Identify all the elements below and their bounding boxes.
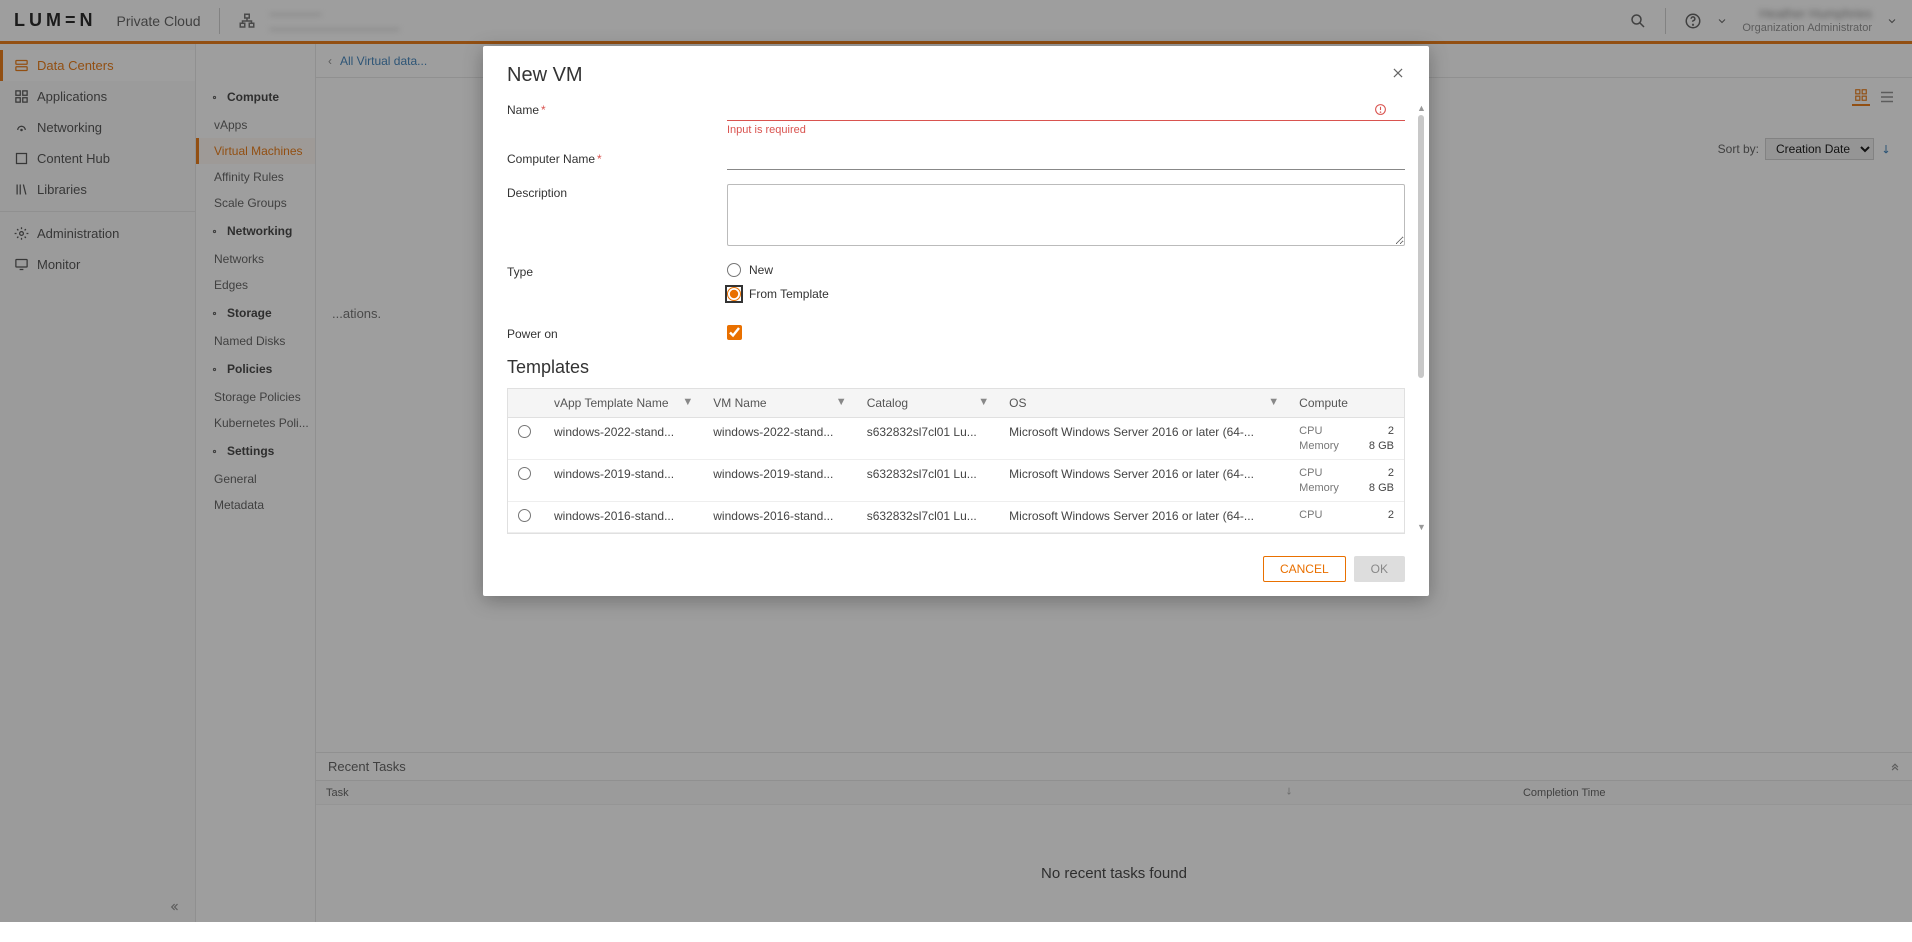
modal-overlay: New VM ▲▼ Name* Input is required: [0, 0, 1912, 922]
power-on-label: Power on: [507, 327, 558, 341]
close-icon[interactable]: [1391, 66, 1405, 85]
col-compute[interactable]: Compute: [1289, 389, 1404, 418]
modal-title: New VM: [507, 64, 1391, 87]
filter-icon[interactable]: ▼: [682, 396, 693, 408]
name-input[interactable]: [727, 101, 1405, 121]
description-input[interactable]: [727, 184, 1405, 246]
template-row[interactable]: windows-2019-stand...windows-2019-stand.…: [508, 460, 1404, 502]
type-new-radio[interactable]: New: [727, 263, 1405, 277]
template-select-radio[interactable]: [518, 467, 531, 480]
template-row[interactable]: windows-2016-stand...windows-2016-stand.…: [508, 502, 1404, 533]
templates-table: vApp Template Name▼ VM Name▼ Catalog▼ OS…: [507, 388, 1405, 534]
modal-scrollbar[interactable]: ▲▼: [1417, 103, 1425, 532]
cancel-button[interactable]: CANCEL: [1263, 556, 1346, 582]
filter-icon[interactable]: ▼: [1268, 396, 1279, 408]
ok-button[interactable]: OK: [1354, 556, 1405, 582]
col-vapp[interactable]: vApp Template Name▼: [544, 389, 703, 418]
template-select-radio[interactable]: [518, 425, 531, 438]
col-catalog[interactable]: Catalog▼: [857, 389, 999, 418]
computer-name-label: Computer Name: [507, 152, 595, 166]
name-error: Input is required: [727, 124, 1405, 136]
type-label: Type: [507, 265, 533, 279]
col-vm[interactable]: VM Name▼: [703, 389, 856, 418]
template-select-radio[interactable]: [518, 509, 531, 522]
templates-heading: Templates: [507, 357, 1405, 378]
filter-icon[interactable]: ▼: [978, 396, 989, 408]
description-label: Description: [507, 186, 567, 200]
power-on-checkbox[interactable]: [727, 325, 742, 340]
computer-name-input[interactable]: [727, 150, 1405, 170]
filter-icon[interactable]: ▼: [836, 396, 847, 408]
new-vm-modal: New VM ▲▼ Name* Input is required: [483, 46, 1429, 596]
type-template-radio[interactable]: From Template: [727, 287, 1405, 301]
col-os[interactable]: OS▼: [999, 389, 1289, 418]
name-label: Name: [507, 103, 539, 117]
error-icon: [1374, 103, 1387, 119]
template-row[interactable]: windows-2022-stand...windows-2022-stand.…: [508, 418, 1404, 460]
